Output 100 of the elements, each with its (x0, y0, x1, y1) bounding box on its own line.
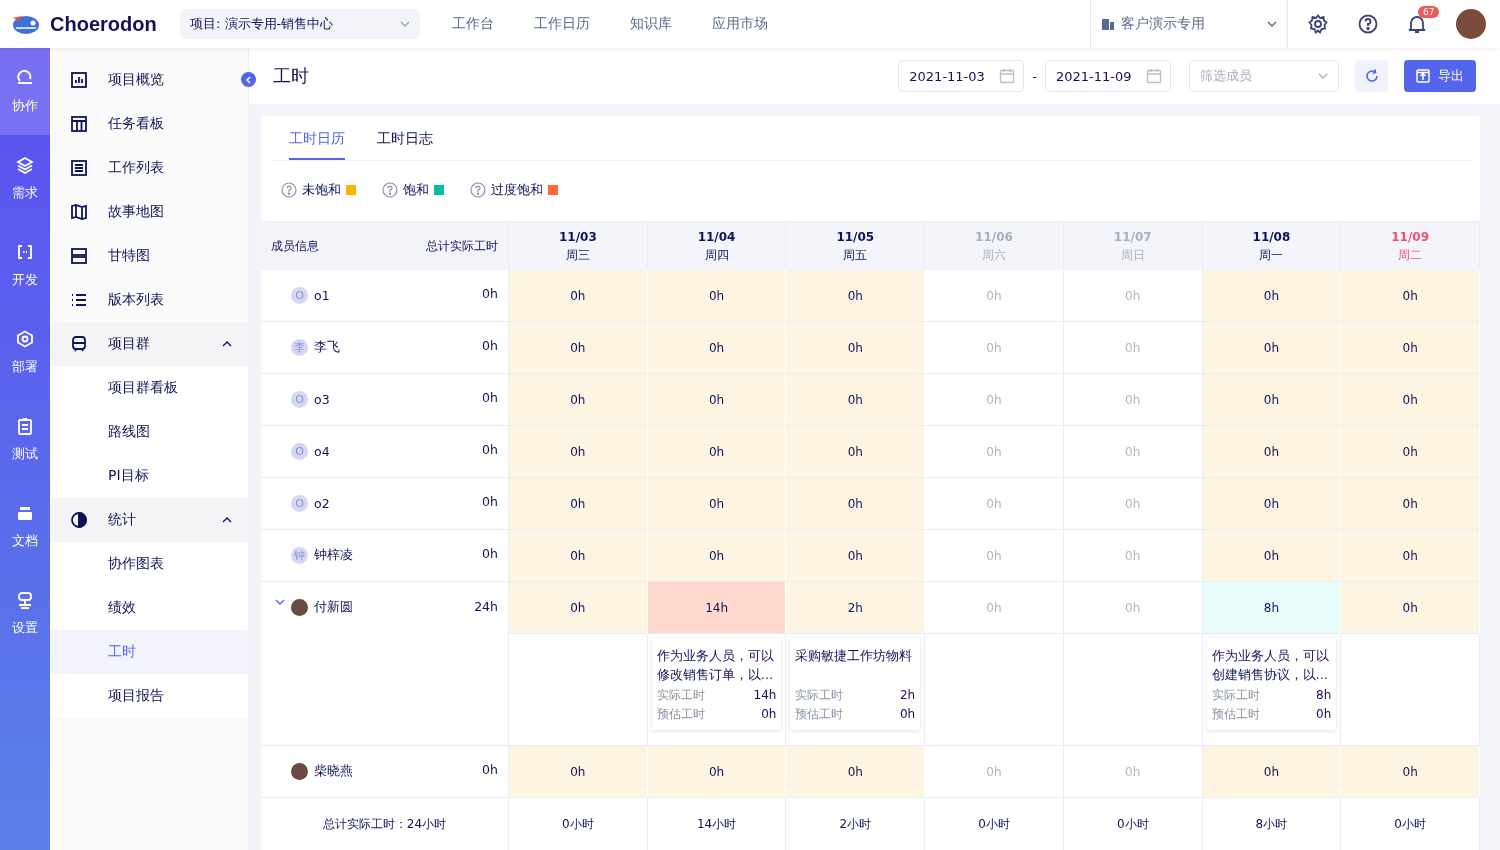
sidebar-item[interactable]: 任务看板 (50, 102, 248, 146)
hours-cell: 0h (1341, 374, 1480, 426)
date-header: 11/09 (1391, 229, 1429, 246)
worklog-card[interactable]: 采购敏捷工作坊物料 实际工时 2h 预估工时 0h (790, 638, 921, 730)
help-icon (382, 182, 398, 198)
hours-cell: 0h (1063, 582, 1203, 634)
sidebar-item[interactable]: 版本列表 (50, 278, 248, 322)
day-total: 2小时 (839, 815, 872, 833)
hours-cell: 2h (786, 582, 926, 634)
pie-chart-icon (70, 511, 88, 529)
sidebar-item[interactable]: PI目标 (50, 454, 248, 498)
sidebar-item[interactable]: 项目报告 (50, 674, 248, 718)
hours-cell: 0h (1202, 322, 1342, 374)
hours-cell: 0h (925, 582, 1064, 634)
hours-cell: 0h (1202, 530, 1342, 582)
member-name: o3 (314, 392, 331, 407)
nav-link[interactable]: 知识库 (630, 15, 672, 33)
rail-nav-item[interactable]: 设置 (0, 570, 50, 657)
hours-cell: 0h (647, 746, 787, 798)
sidebar-item[interactable]: 工作列表 (50, 146, 248, 190)
sidebar-item[interactable]: 协作图表 (50, 542, 248, 586)
sidebar-item[interactable]: 项目群 (50, 322, 248, 366)
rail-nav-item[interactable]: 文档 (0, 483, 50, 570)
worklog-card[interactable]: 作为业务人员，可以创建销售协议，以… 实际工时 8h 预估工时 0h (1206, 638, 1337, 730)
date-header: 11/05 (836, 229, 875, 246)
hours-cell: 0h (1063, 426, 1203, 478)
hours-cell: 0h (925, 478, 1064, 530)
field-label: 实际工时 (795, 687, 844, 704)
hours-cell: 14h (647, 582, 787, 634)
hours-cell: 0h (925, 746, 1064, 798)
hours-cell: 0h (925, 374, 1064, 426)
rail-nav-item[interactable]: 开发 (0, 222, 50, 309)
hours-cell: 0h (647, 374, 787, 426)
sidebar-item[interactable]: 工时 (50, 630, 248, 674)
sidebar-item[interactable]: 甘特图 (50, 234, 248, 278)
hours-cell: 0h (1341, 322, 1480, 374)
sidebar-item[interactable]: 路线图 (50, 410, 248, 454)
rail-nav-item[interactable]: 协作 (0, 48, 50, 135)
refresh-button[interactable] (1355, 60, 1388, 92)
refresh-icon (1364, 69, 1379, 83)
board-icon (70, 115, 88, 133)
total-hours: 0h (482, 338, 498, 353)
bullet-list-icon (70, 291, 88, 309)
hours-cell: 0h (1063, 322, 1203, 374)
nav-link[interactable]: 工作台 (452, 15, 494, 33)
field-value: 8h (1316, 687, 1332, 704)
total-hours: 0h (482, 546, 498, 561)
hours-cell: 0h (1202, 426, 1342, 478)
clipboard-icon (16, 416, 34, 435)
user-avatar[interactable] (1456, 9, 1486, 39)
hours-cell: 0h (786, 426, 926, 478)
nav-link[interactable]: 应用市场 (712, 15, 768, 33)
field-value: 14h (753, 687, 777, 704)
cycle-icon (16, 68, 34, 87)
tab[interactable]: 工时日志 (377, 116, 433, 160)
sidebar-item[interactable]: 故事地图 (50, 190, 248, 234)
page-title: 工时 (273, 64, 310, 88)
day-total: 0小时 (562, 815, 594, 833)
hours-cell: 0h (1341, 582, 1480, 634)
calendar-icon (999, 68, 1016, 84)
hours-cell: 0h (509, 322, 648, 374)
expand-chevron-icon[interactable] (275, 599, 285, 605)
field-label: 预估工时 (795, 706, 844, 723)
sidebar-item[interactable]: 统计 (50, 498, 248, 542)
help-icon[interactable] (1358, 14, 1378, 34)
rail-nav-item[interactable]: 需求 (0, 135, 50, 222)
total-hours: 24h (474, 599, 498, 614)
sidebar-item[interactable]: 绩效 (50, 586, 248, 630)
bus-icon (70, 335, 88, 353)
rail-nav-item[interactable]: 部署 (0, 309, 50, 396)
total-hours: 0h (482, 442, 498, 457)
hours-cell: 0h (925, 322, 1064, 374)
hours-cell: 0h (509, 374, 648, 426)
day-total: 0小时 (1116, 815, 1149, 833)
rail-nav-item[interactable]: 测试 (0, 396, 50, 483)
list-icon (70, 159, 88, 177)
date-header: 11/04 (697, 229, 736, 246)
settings-icon[interactable] (1308, 14, 1328, 34)
worklog-card[interactable]: 作为业务人员，可以修改销售订单，以… 实际工时 14h 预估工时 0h (651, 638, 782, 730)
project-select[interactable]: 项目: 演示专用-销售中心 (180, 9, 420, 39)
code-icon (16, 242, 34, 261)
hours-cell: 0h (509, 270, 648, 322)
end-date-field[interactable]: 2021-11-09 (1045, 60, 1171, 92)
start-date-field[interactable]: 2021-11-03 (898, 60, 1025, 92)
nav-link[interactable]: 工作日历 (534, 15, 590, 33)
hours-cell: 0h (925, 426, 1064, 478)
sidebar-item[interactable]: 项目概览 (50, 58, 248, 102)
notification-bell-icon[interactable] (1408, 14, 1426, 34)
weekday-header: 周五 (843, 247, 868, 264)
total-hours: 0h (482, 286, 498, 301)
hours-cell: 0h (786, 374, 926, 426)
caret-up-icon (222, 341, 232, 347)
hours-cell: 0h (1063, 746, 1203, 798)
avatar: O (291, 443, 308, 460)
hexagon-icon (16, 329, 34, 348)
avatar-photo (291, 599, 308, 616)
hours-cell: 0h (647, 478, 787, 530)
sidebar-item[interactable]: 项目群看板 (50, 366, 248, 410)
tab[interactable]: 工时日历 (289, 116, 345, 160)
export-button[interactable]: 导出 (1404, 60, 1476, 92)
